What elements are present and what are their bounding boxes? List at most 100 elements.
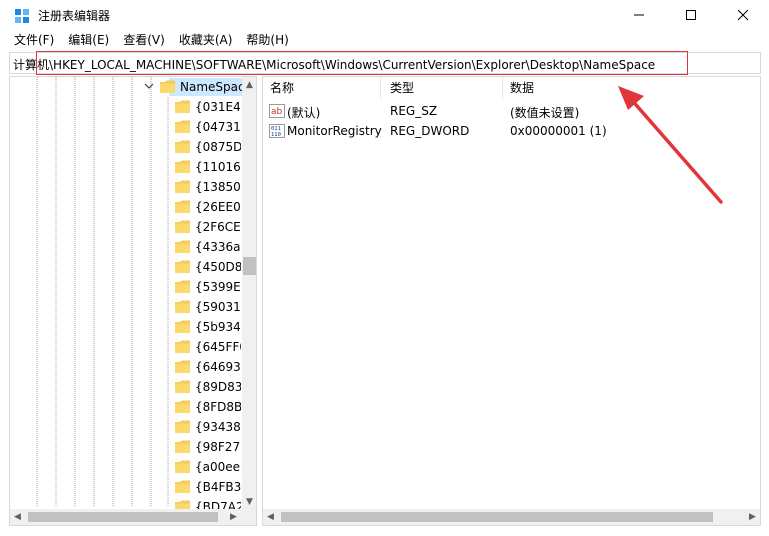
tree-item[interactable]: {a00ee5 — [10, 457, 242, 477]
tree-item-label: {450D8F — [195, 260, 241, 274]
maximize-icon — [686, 10, 696, 20]
menu-edit[interactable]: 编辑(E) — [61, 30, 116, 50]
folder-icon — [175, 480, 190, 493]
folder-icon — [175, 460, 190, 473]
folder-icon — [175, 160, 190, 173]
tree-item-label: {B4FB3F — [195, 480, 241, 494]
scroll-left-icon[interactable]: ◀ — [10, 509, 25, 524]
window-title: 注册表编辑器 — [38, 9, 111, 23]
scroll-left-icon[interactable]: ◀ — [263, 509, 278, 524]
values-horizontal-scrollbar[interactable]: ◀ ▶ — [263, 509, 760, 525]
folder-icon — [175, 280, 190, 293]
menu-view[interactable]: 查看(V) — [116, 30, 172, 50]
folder-icon — [175, 440, 190, 453]
tree-item-label: {98F275 — [195, 440, 241, 454]
tree-item[interactable]: {934381 — [10, 417, 242, 437]
tree-item[interactable]: {646939 — [10, 357, 242, 377]
scrollbar-thumb[interactable] — [281, 512, 713, 522]
close-icon — [737, 9, 749, 21]
tree-item[interactable]: {645FF0 — [10, 337, 242, 357]
tree-item-label: {26EE06 — [195, 200, 241, 214]
tree-item[interactable]: {5b934b — [10, 317, 242, 337]
scroll-corner — [242, 509, 256, 525]
folder-icon — [175, 180, 190, 193]
folder-icon — [175, 220, 190, 233]
tree-vertical-scrollbar[interactable]: ▲ ▼ — [242, 77, 256, 509]
tree-item-label: {8FD8B8 — [195, 400, 241, 414]
tree-item[interactable]: {89D835 — [10, 377, 242, 397]
folder-icon — [175, 300, 190, 313]
tree-item-label: {645FF0 — [195, 340, 241, 354]
annotation-arrow-icon — [618, 86, 723, 204]
tree-item-namespace[interactable]: NameSpace — [10, 77, 242, 97]
tree-item[interactable]: {8FD8B8 — [10, 397, 242, 417]
tree-item-label: {2F6CE8 — [195, 220, 241, 234]
tree-item-label: {031E48 — [195, 100, 241, 114]
scrollbar-thumb[interactable] — [243, 257, 256, 275]
value-name: (默认) — [287, 106, 321, 120]
tree-item-label: {934381 — [195, 420, 241, 434]
tree-item[interactable]: {5399E6 — [10, 277, 242, 297]
tree-item-label: {5b934b — [195, 320, 241, 334]
folder-icon — [175, 240, 190, 253]
menu-help[interactable]: 帮助(H) — [239, 30, 295, 50]
tree-horizontal-scrollbar[interactable]: ◀ ▶ — [10, 509, 242, 525]
folder-icon — [175, 320, 190, 333]
tree-item[interactable]: {0875DC — [10, 137, 242, 157]
tree-item[interactable]: {2F6CE8 — [10, 217, 242, 237]
value-data: (数值未设置) — [510, 106, 580, 120]
title-bar: 注册表编辑器 — [0, 0, 769, 30]
folder-icon — [175, 200, 190, 213]
folder-icon — [175, 340, 190, 353]
maximize-button[interactable] — [668, 0, 714, 30]
tree-item[interactable]: {110161 — [10, 157, 242, 177]
menu-file[interactable]: 文件(F) — [0, 30, 61, 50]
menu-bar: 文件(F) 编辑(E) 查看(V) 收藏夹(A) 帮助(H) — [0, 30, 769, 50]
folder-icon — [175, 140, 190, 153]
folder-icon — [175, 380, 190, 393]
scroll-right-icon[interactable]: ▶ — [226, 509, 241, 524]
tree-item[interactable]: {4336a5 — [10, 237, 242, 257]
column-header-type[interactable]: 类型 — [383, 77, 503, 99]
key-tree-pane: NameSpace {031E48 {04731E {0875DC {11016… — [9, 76, 257, 526]
tree-item[interactable]: {59031a — [10, 297, 242, 317]
tree-item-label: NameSpace — [180, 80, 242, 94]
scrollbar-thumb[interactable] — [28, 512, 218, 522]
tree-item[interactable]: {031E48 — [10, 97, 242, 117]
scroll-up-icon[interactable]: ▲ — [242, 77, 256, 92]
tree-item-label: {5399E6 — [195, 280, 241, 294]
folder-icon — [175, 120, 190, 133]
tree-item[interactable]: {26EE06 — [10, 197, 242, 217]
menu-favorites[interactable]: 收藏夹(A) — [172, 30, 240, 50]
tree-item-label: {04731E — [195, 120, 241, 134]
value-type: REG_DWORD — [390, 124, 470, 138]
string-value-icon: ab — [269, 104, 285, 118]
folder-icon — [175, 360, 190, 373]
minimize-icon — [634, 14, 644, 16]
tree-item[interactable]: {138508 — [10, 177, 242, 197]
value-type: REG_SZ — [390, 104, 438, 118]
tree-item[interactable]: {B4FB3F — [10, 477, 242, 497]
value-data: 0x00000001 (1) — [510, 124, 607, 138]
scroll-right-icon[interactable]: ▶ — [745, 509, 760, 524]
chevron-down-icon[interactable] — [144, 81, 154, 91]
tree-item-label: {646939 — [195, 360, 241, 374]
tree-item-label: {59031a — [195, 300, 241, 314]
folder-icon — [175, 100, 190, 113]
scroll-down-icon[interactable]: ▼ — [242, 494, 256, 509]
folder-icon — [175, 420, 190, 433]
tree-item[interactable]: {98F275 — [10, 437, 242, 457]
tree-item-label: {138508 — [195, 180, 241, 194]
tree-item-label: {89D835 — [195, 380, 241, 394]
close-button[interactable] — [720, 0, 766, 30]
svg-text:110: 110 — [271, 132, 281, 138]
folder-icon — [175, 400, 190, 413]
folder-icon — [160, 80, 175, 93]
minimize-button[interactable] — [616, 0, 662, 30]
binary-value-icon: 011 110 — [269, 124, 285, 138]
tree-item[interactable]: {04731E — [10, 117, 242, 137]
column-header-name[interactable]: 名称 — [263, 77, 381, 99]
svg-text:ab: ab — [271, 107, 283, 117]
tree-item[interactable]: {450D8F — [10, 257, 242, 277]
tree-item-label: {a00ee5 — [195, 460, 241, 474]
